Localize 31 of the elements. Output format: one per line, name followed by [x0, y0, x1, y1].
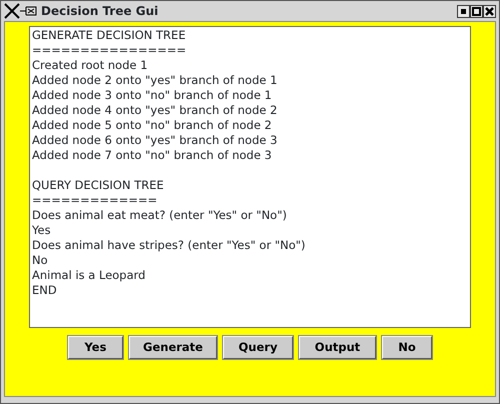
close-icon	[485, 6, 494, 16]
output-line: GENERATE DECISION TREE	[32, 28, 186, 43]
output-line: Animal is a Leopard	[32, 268, 146, 283]
output-line: Created root node 1	[32, 58, 148, 73]
maximize-icon	[472, 6, 481, 16]
app-logo-icon	[4, 3, 38, 19]
output-line: Added node 5 onto "no" branch of node 2	[32, 118, 272, 133]
output-line: Does animal have stripes? (enter "Yes" or "No")	[32, 238, 306, 253]
output-line: No	[32, 253, 48, 268]
output-line: =============	[32, 193, 158, 208]
output-text-area[interactable]	[29, 26, 471, 328]
action-button[interactable]: Output	[299, 336, 376, 359]
output-line: Added node 6 onto "yes" branch of node 3	[32, 133, 278, 148]
action-button[interactable]: No	[382, 336, 432, 359]
minimize-button[interactable]	[457, 4, 470, 18]
output-line: Does animal eat meat? (enter "Yes" or "No")	[32, 208, 287, 223]
action-button[interactable]: Yes	[68, 336, 123, 359]
output-line: QUERY DECISION TREE	[32, 178, 164, 193]
maximize-button[interactable]	[470, 4, 483, 18]
window-title: Decision Tree Gui	[41, 3, 158, 20]
output-line: Yes	[32, 223, 51, 238]
output-line: Added node 4 onto "yes" branch of node 2	[32, 103, 278, 118]
output-line: Added node 2 onto "yes" branch of node 1	[32, 73, 278, 88]
output-line: ================	[32, 43, 186, 58]
close-button[interactable]	[483, 4, 496, 18]
minimize-icon	[461, 8, 466, 14]
action-button[interactable]: Query	[223, 336, 293, 359]
action-button[interactable]: Generate	[129, 336, 217, 359]
output-line: Added node 7 onto "no" branch of node 3	[32, 148, 272, 163]
output-line: END	[32, 283, 57, 298]
output-line: Added node 3 onto "no" branch of node 1	[32, 88, 272, 103]
